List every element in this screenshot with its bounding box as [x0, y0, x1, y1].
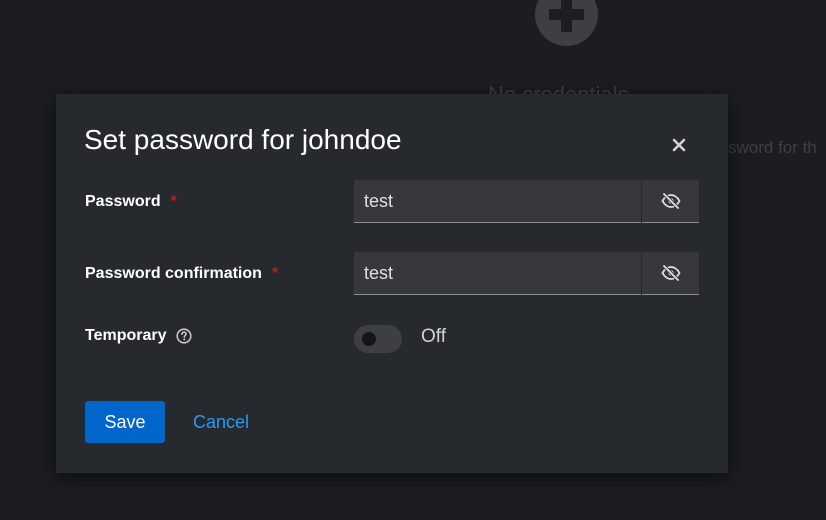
add-circle-icon	[535, 0, 598, 46]
required-marker: *	[170, 193, 177, 210]
password-confirmation-input[interactable]	[354, 252, 641, 295]
save-button[interactable]: Save	[85, 401, 165, 443]
eye-slash-icon	[660, 265, 681, 281]
temporary-switch-state: Off	[421, 326, 446, 347]
temporary-label: Temporary	[85, 327, 192, 345]
set-password-modal: Set password for johndoe Password * test…	[56, 94, 728, 473]
question-circle-icon[interactable]	[175, 328, 192, 344]
required-marker: *	[271, 265, 279, 282]
cancel-button[interactable]: Cancel	[181, 401, 261, 443]
page: No credentials sword for th Set password…	[0, 0, 826, 520]
close-button[interactable]	[666, 132, 692, 158]
password-label: Password *	[85, 193, 177, 211]
eye-slash-icon	[660, 193, 681, 209]
password-visibility-toggle[interactable]	[642, 180, 699, 223]
password-confirmation-visibility-toggle[interactable]	[642, 252, 699, 295]
temporary-label-text: Temporary	[85, 327, 167, 344]
password-label-text: Password	[85, 193, 161, 210]
empty-state-body: sword for th	[728, 138, 817, 157]
switch-knob	[362, 332, 376, 346]
close-icon	[672, 138, 686, 152]
password-input-group	[354, 180, 699, 223]
modal-title: Set password for johndoe	[84, 124, 402, 155]
password-confirmation-input-group	[354, 252, 699, 295]
password-input[interactable]	[354, 180, 641, 223]
temporary-switch[interactable]	[354, 325, 402, 353]
password-confirmation-label-text: Password confirmation	[85, 265, 262, 282]
password-confirmation-label: Password confirmation *	[85, 265, 278, 283]
